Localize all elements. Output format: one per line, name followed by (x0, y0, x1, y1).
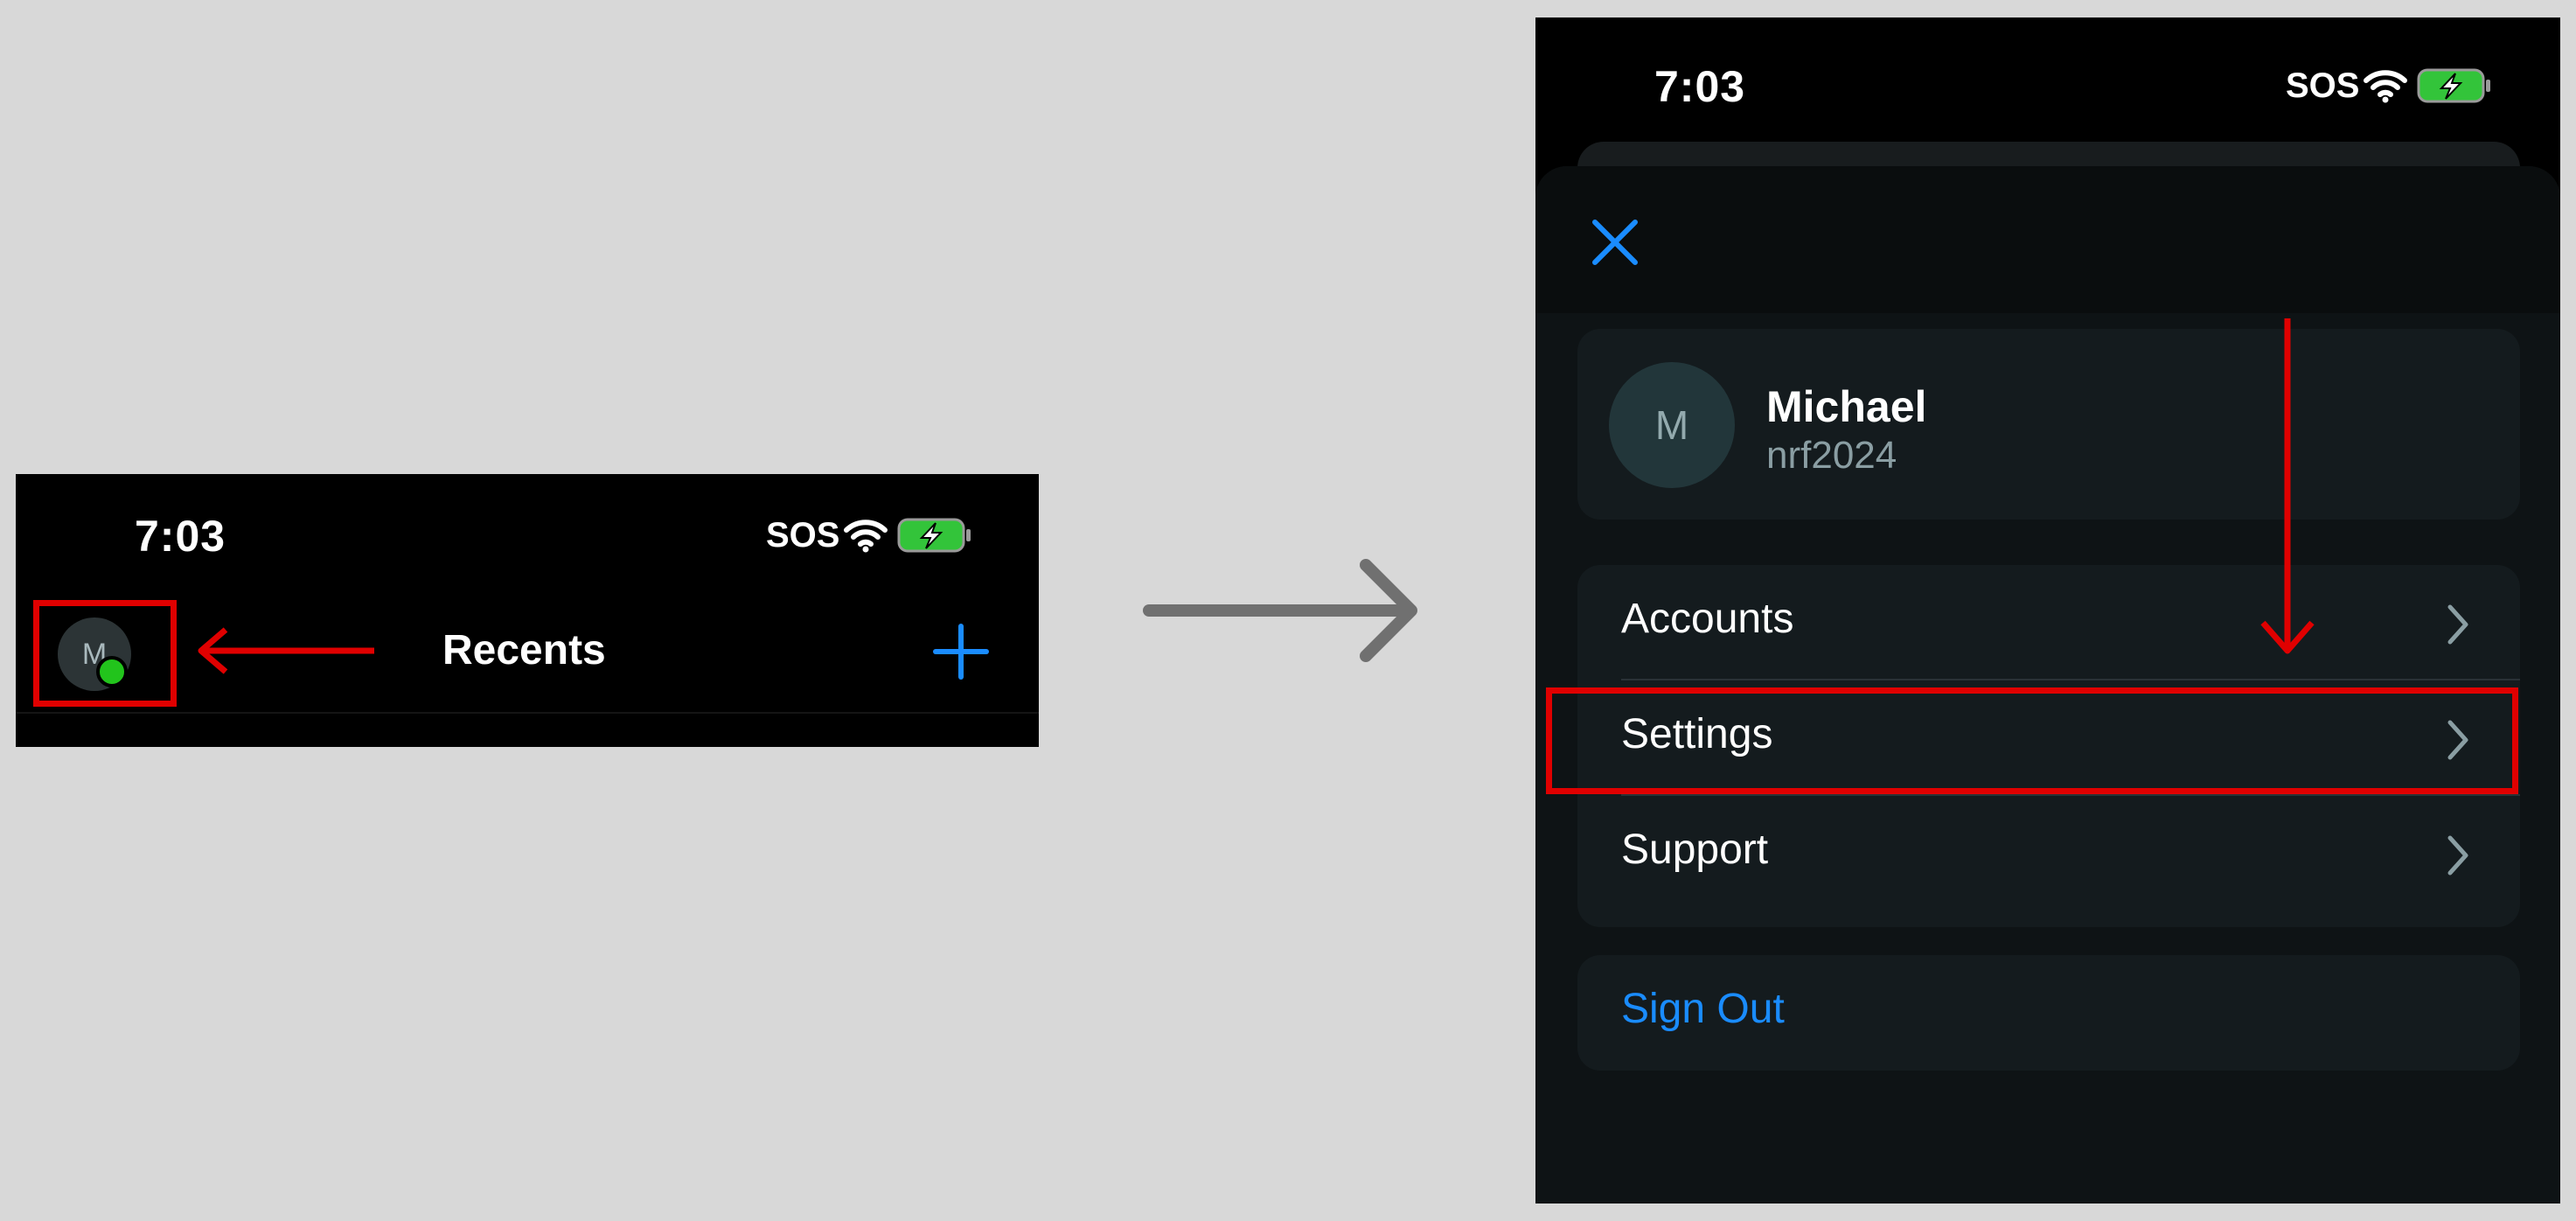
plus-icon[interactable] (932, 623, 990, 680)
status-time: 7:03 (1654, 62, 1746, 111)
close-icon[interactable] (1588, 215, 1642, 269)
status-sos: SOS (766, 516, 840, 555)
menu-divider (1621, 794, 2520, 796)
wifi-icon (844, 520, 888, 553)
menu-item-label: Support (1621, 827, 1769, 873)
profile-avatar: M (1609, 362, 1735, 488)
status-time: 7:03 (135, 512, 226, 561)
battery-charging-icon (897, 518, 971, 553)
sign-out-label: Sign Out (1621, 986, 1785, 1032)
battery-charging-icon (2417, 68, 2490, 103)
wifi-icon (2364, 70, 2407, 103)
chevron-right-icon (2447, 604, 2468, 645)
menu-item-label: Accounts (1621, 596, 1794, 642)
arrow-left-icon (198, 627, 374, 674)
avatar-initial: M (1654, 402, 1689, 448)
profile-username: nrf2024 (1766, 434, 1897, 477)
arrow-down-icon (2260, 318, 2315, 654)
nav-divider (16, 712, 1039, 714)
nav-title: Recents (442, 627, 606, 673)
chevron-right-icon (2447, 835, 2468, 876)
recents-screenshot: 7:03 SOS M Recents (16, 474, 1039, 747)
profile-name: Michael (1766, 382, 1927, 431)
sheet-header (1535, 166, 2560, 313)
highlight-box-settings (1546, 687, 2518, 794)
profile-menu-screenshot: 7:03 SOS M Michael nrf2024 Accounts Sett… (1535, 17, 2560, 1204)
menu-divider (1621, 679, 2520, 680)
highlight-box-avatar (33, 600, 177, 707)
arrow-right-icon (1143, 559, 1417, 662)
status-sos: SOS (2286, 66, 2360, 105)
